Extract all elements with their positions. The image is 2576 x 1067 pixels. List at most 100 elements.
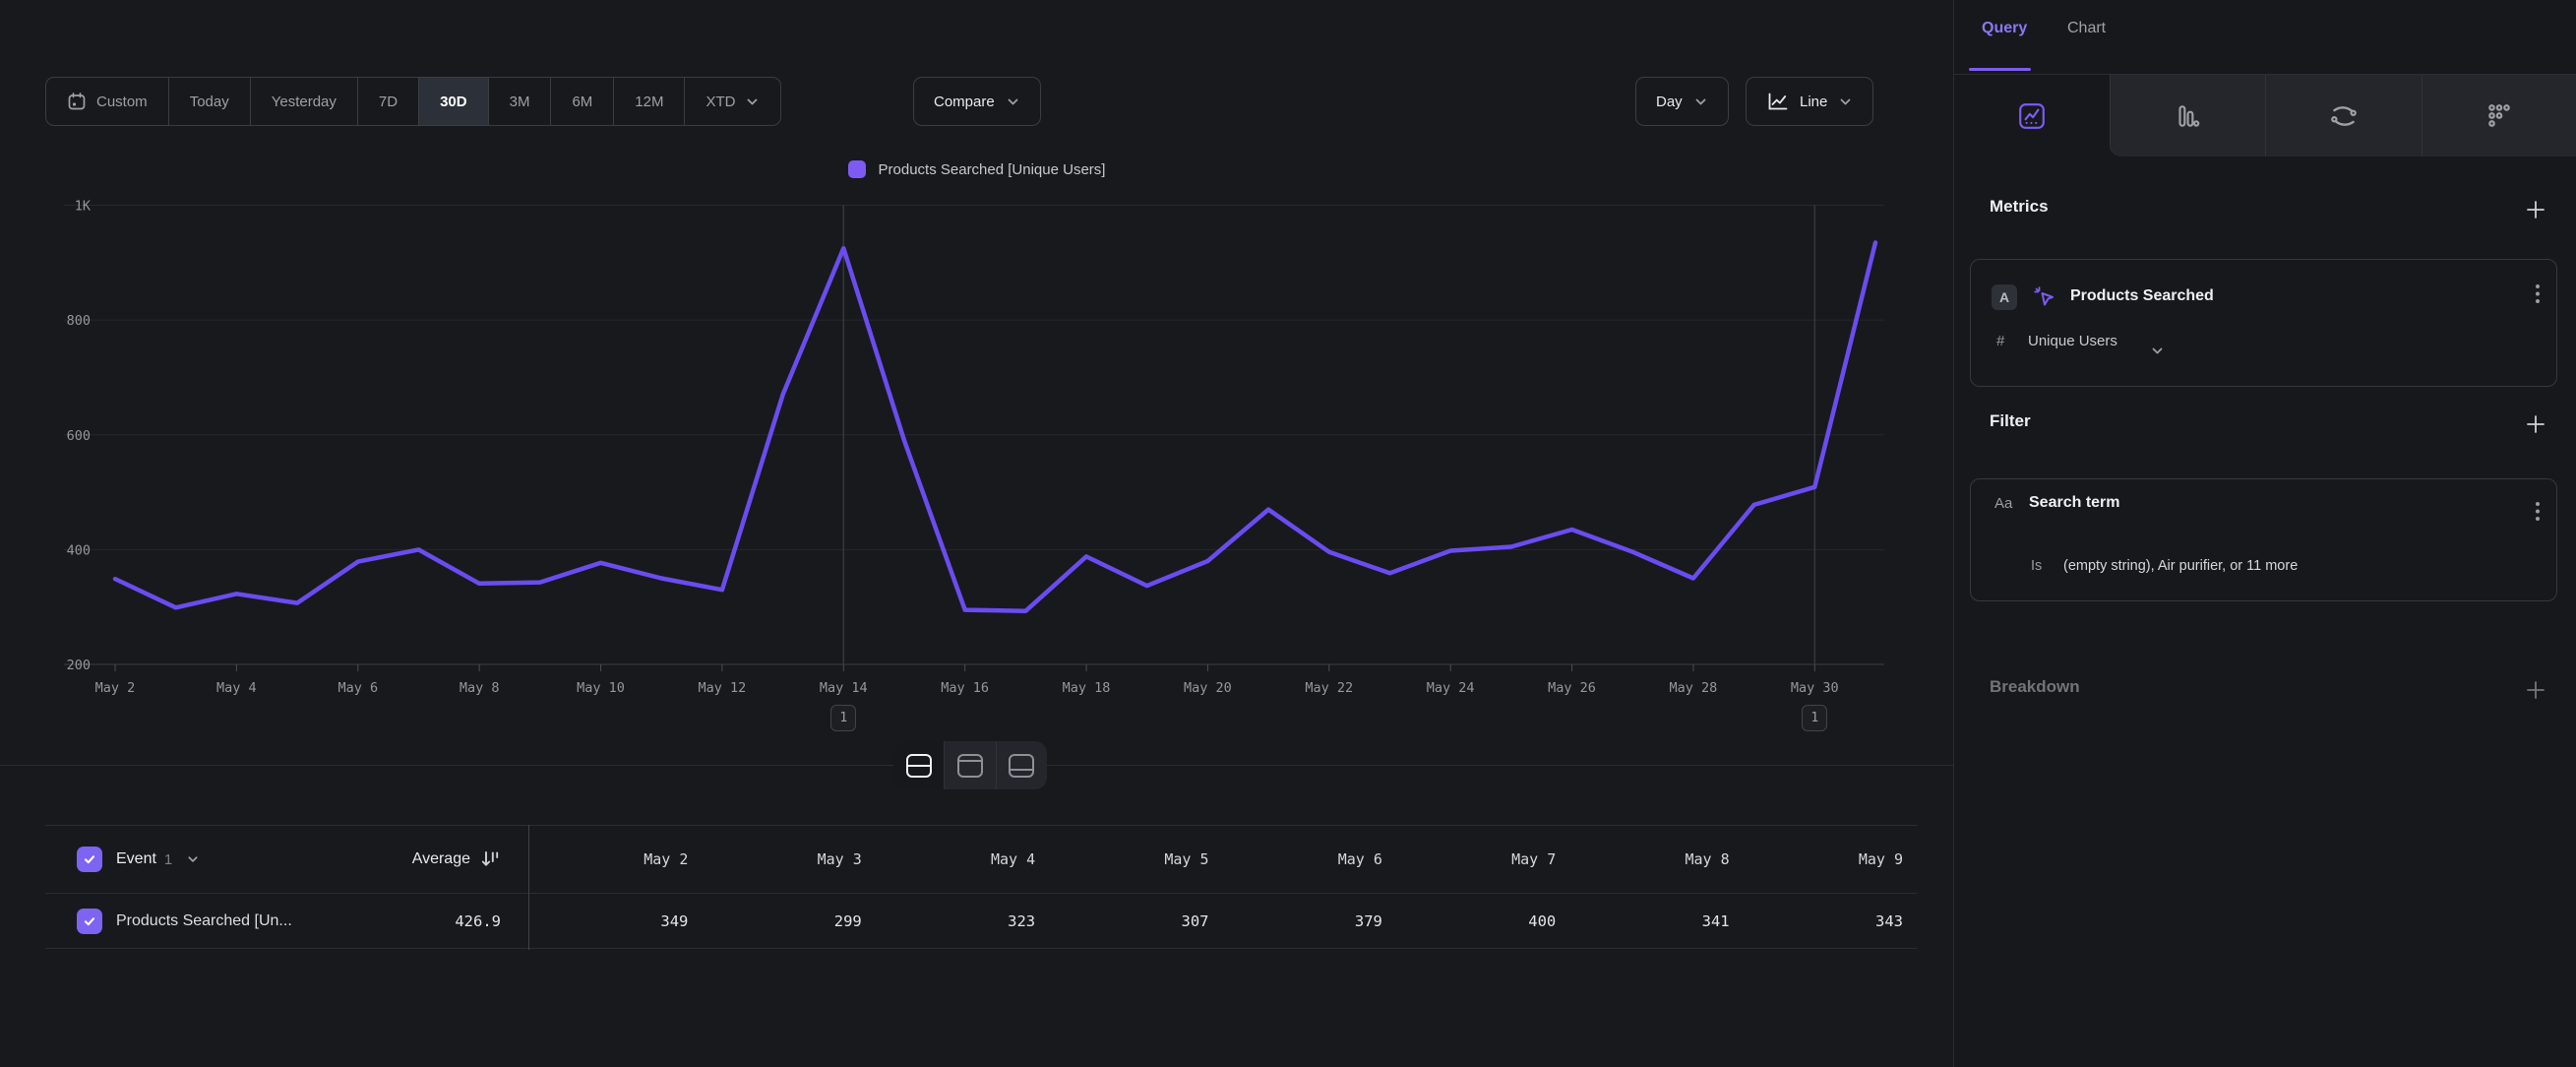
table-header-row: Event 1 Average May 2May 3May 4May 5May … <box>45 825 1917 894</box>
x-axis-label: May 2 <box>95 680 136 696</box>
date-range-label: 3M <box>510 94 530 110</box>
date-range-custom[interactable]: Custom <box>46 78 168 125</box>
chart-type-flows-button[interactable] <box>2265 75 2422 157</box>
chart-type-retention-button[interactable] <box>2422 75 2576 157</box>
tab-query[interactable]: Query <box>1982 20 2027 37</box>
event-header-label: Event <box>116 850 156 868</box>
add-breakdown-button[interactable] <box>2525 679 2546 706</box>
layout-split-button[interactable] <box>893 741 944 789</box>
date-range-xtd[interactable]: XTD <box>684 78 780 125</box>
x-axis-label: May 28 <box>1670 680 1718 696</box>
filter-card[interactable]: Aa Search term Is (empty string), Air pu… <box>1970 478 2557 601</box>
chart-type-selector <box>1954 74 2576 157</box>
filter-operator[interactable]: Is <box>2031 558 2042 574</box>
y-axis-label: 600 <box>67 428 91 444</box>
table-cell-value: 349 <box>528 912 702 930</box>
sort-descending-icon <box>479 849 501 869</box>
check-icon <box>82 851 97 867</box>
chevron-down-icon[interactable] <box>2150 344 2165 358</box>
line-chart[interactable]: 2004006008001KMay 2May 4May 6May 8May 10… <box>0 187 1953 758</box>
table-column-header[interactable]: May 6 <box>1223 850 1396 868</box>
series-letter-badge: A <box>1992 284 2017 310</box>
x-axis-label: May 26 <box>1548 680 1596 696</box>
table-column-header[interactable]: May 7 <box>1396 850 1569 868</box>
date-range-7d[interactable]: 7D <box>357 78 418 125</box>
select-all-checkbox[interactable] <box>77 847 102 872</box>
table-column-header[interactable]: May 5 <box>1049 850 1222 868</box>
insights-line-icon <box>2017 101 2047 131</box>
compare-label: Compare <box>934 94 995 110</box>
legend-label: Products Searched [Unique Users] <box>879 161 1106 178</box>
average-header-cell[interactable]: Average <box>370 849 528 869</box>
layout-table-button[interactable] <box>996 741 1047 789</box>
date-range-label: Today <box>190 94 229 110</box>
metrics-heading: Metrics <box>1990 197 2049 217</box>
tab-chart[interactable]: Chart <box>2067 20 2106 37</box>
x-axis-label: May 12 <box>699 680 747 696</box>
filter-value[interactable]: (empty string), Air purifier, or 11 more <box>2063 558 2298 574</box>
x-axis-label: May 18 <box>1063 680 1111 696</box>
chart-style-label: Line <box>1800 94 1827 110</box>
chevron-down-icon <box>1006 94 1020 109</box>
date-range-today[interactable]: Today <box>168 78 250 125</box>
date-range-30d[interactable]: 30D <box>418 78 488 125</box>
chevron-down-icon[interactable] <box>186 852 200 866</box>
chart-style-button[interactable]: Line <box>1746 77 1873 126</box>
check-icon <box>82 913 97 929</box>
property-type-icon: Aa <box>1994 495 2012 512</box>
plus-icon <box>2525 199 2546 220</box>
compare-button[interactable]: Compare <box>913 77 1041 126</box>
date-range-12m[interactable]: 12M <box>613 78 684 125</box>
table-view-icon <box>1009 754 1034 778</box>
date-range-label: XTD <box>705 94 735 110</box>
aggregation-selector[interactable]: Unique Users <box>2028 333 2117 349</box>
table-column-header[interactable]: May 9 <box>1744 850 1917 868</box>
y-axis-label: 200 <box>67 658 91 673</box>
date-range-label: Yesterday <box>272 94 337 110</box>
row-checkbox[interactable] <box>77 909 102 934</box>
flows-waves-icon <box>2329 101 2359 131</box>
table-column-header[interactable]: May 2 <box>528 850 702 868</box>
metric-card[interactable]: A Products Searched # Unique Users <box>1970 259 2557 387</box>
kebab-menu-icon[interactable] <box>2535 283 2541 310</box>
table-cell-value: 343 <box>1744 912 1917 930</box>
add-filter-button[interactable] <box>2525 413 2546 440</box>
x-axis-label: May 8 <box>460 680 500 696</box>
event-header-cell[interactable]: Event 1 <box>45 847 370 872</box>
granularity-label: Day <box>1656 94 1683 110</box>
date-range-6m[interactable]: 6M <box>550 78 613 125</box>
y-axis-label: 800 <box>67 313 91 329</box>
x-axis-label: May 24 <box>1427 680 1475 696</box>
table-column-header[interactable]: May 4 <box>876 850 1049 868</box>
event-name-cell[interactable]: Products Searched [Un... <box>45 909 370 934</box>
add-metric-button[interactable] <box>2525 199 2546 225</box>
funnels-bars-icon <box>2173 101 2202 131</box>
annotation-badge-may-14[interactable]: 1 <box>830 705 856 731</box>
chart-type-insights-button[interactable] <box>1954 75 2110 157</box>
date-range-label: Custom <box>96 94 148 110</box>
average-header-label: Average <box>412 850 470 868</box>
active-tab-underline <box>1969 68 2031 71</box>
annotation-badge-may-30[interactable]: 1 <box>1802 705 1827 731</box>
table-column-header[interactable]: May 8 <box>1569 850 1743 868</box>
x-axis-label: May 22 <box>1305 680 1353 696</box>
date-range-3m[interactable]: 3M <box>488 78 551 125</box>
date-range-yesterday[interactable]: Yesterday <box>250 78 357 125</box>
chevron-down-icon <box>745 94 760 109</box>
data-line-products-searched[interactable] <box>115 242 1875 610</box>
date-value-cells: 349299323307379400341343 <box>528 912 1917 930</box>
x-axis-label: May 10 <box>577 680 625 696</box>
table-column-header[interactable]: May 3 <box>702 850 875 868</box>
granularity-button[interactable]: Day <box>1635 77 1729 126</box>
x-axis-label: May 4 <box>216 680 257 696</box>
layout-toggle <box>893 741 1047 789</box>
chevron-down-icon <box>1838 94 1853 109</box>
date-range-label: 6M <box>572 94 592 110</box>
table-cell-value: 400 <box>1396 912 1569 930</box>
chart-type-funnels-button[interactable] <box>2110 75 2266 157</box>
chart-view-icon <box>957 754 983 778</box>
aggregation-prefix: # <box>1996 333 2004 349</box>
kebab-menu-icon[interactable] <box>2535 501 2541 528</box>
row-event-name: Products Searched [Un... <box>116 912 292 930</box>
layout-chart-button[interactable] <box>944 741 995 789</box>
